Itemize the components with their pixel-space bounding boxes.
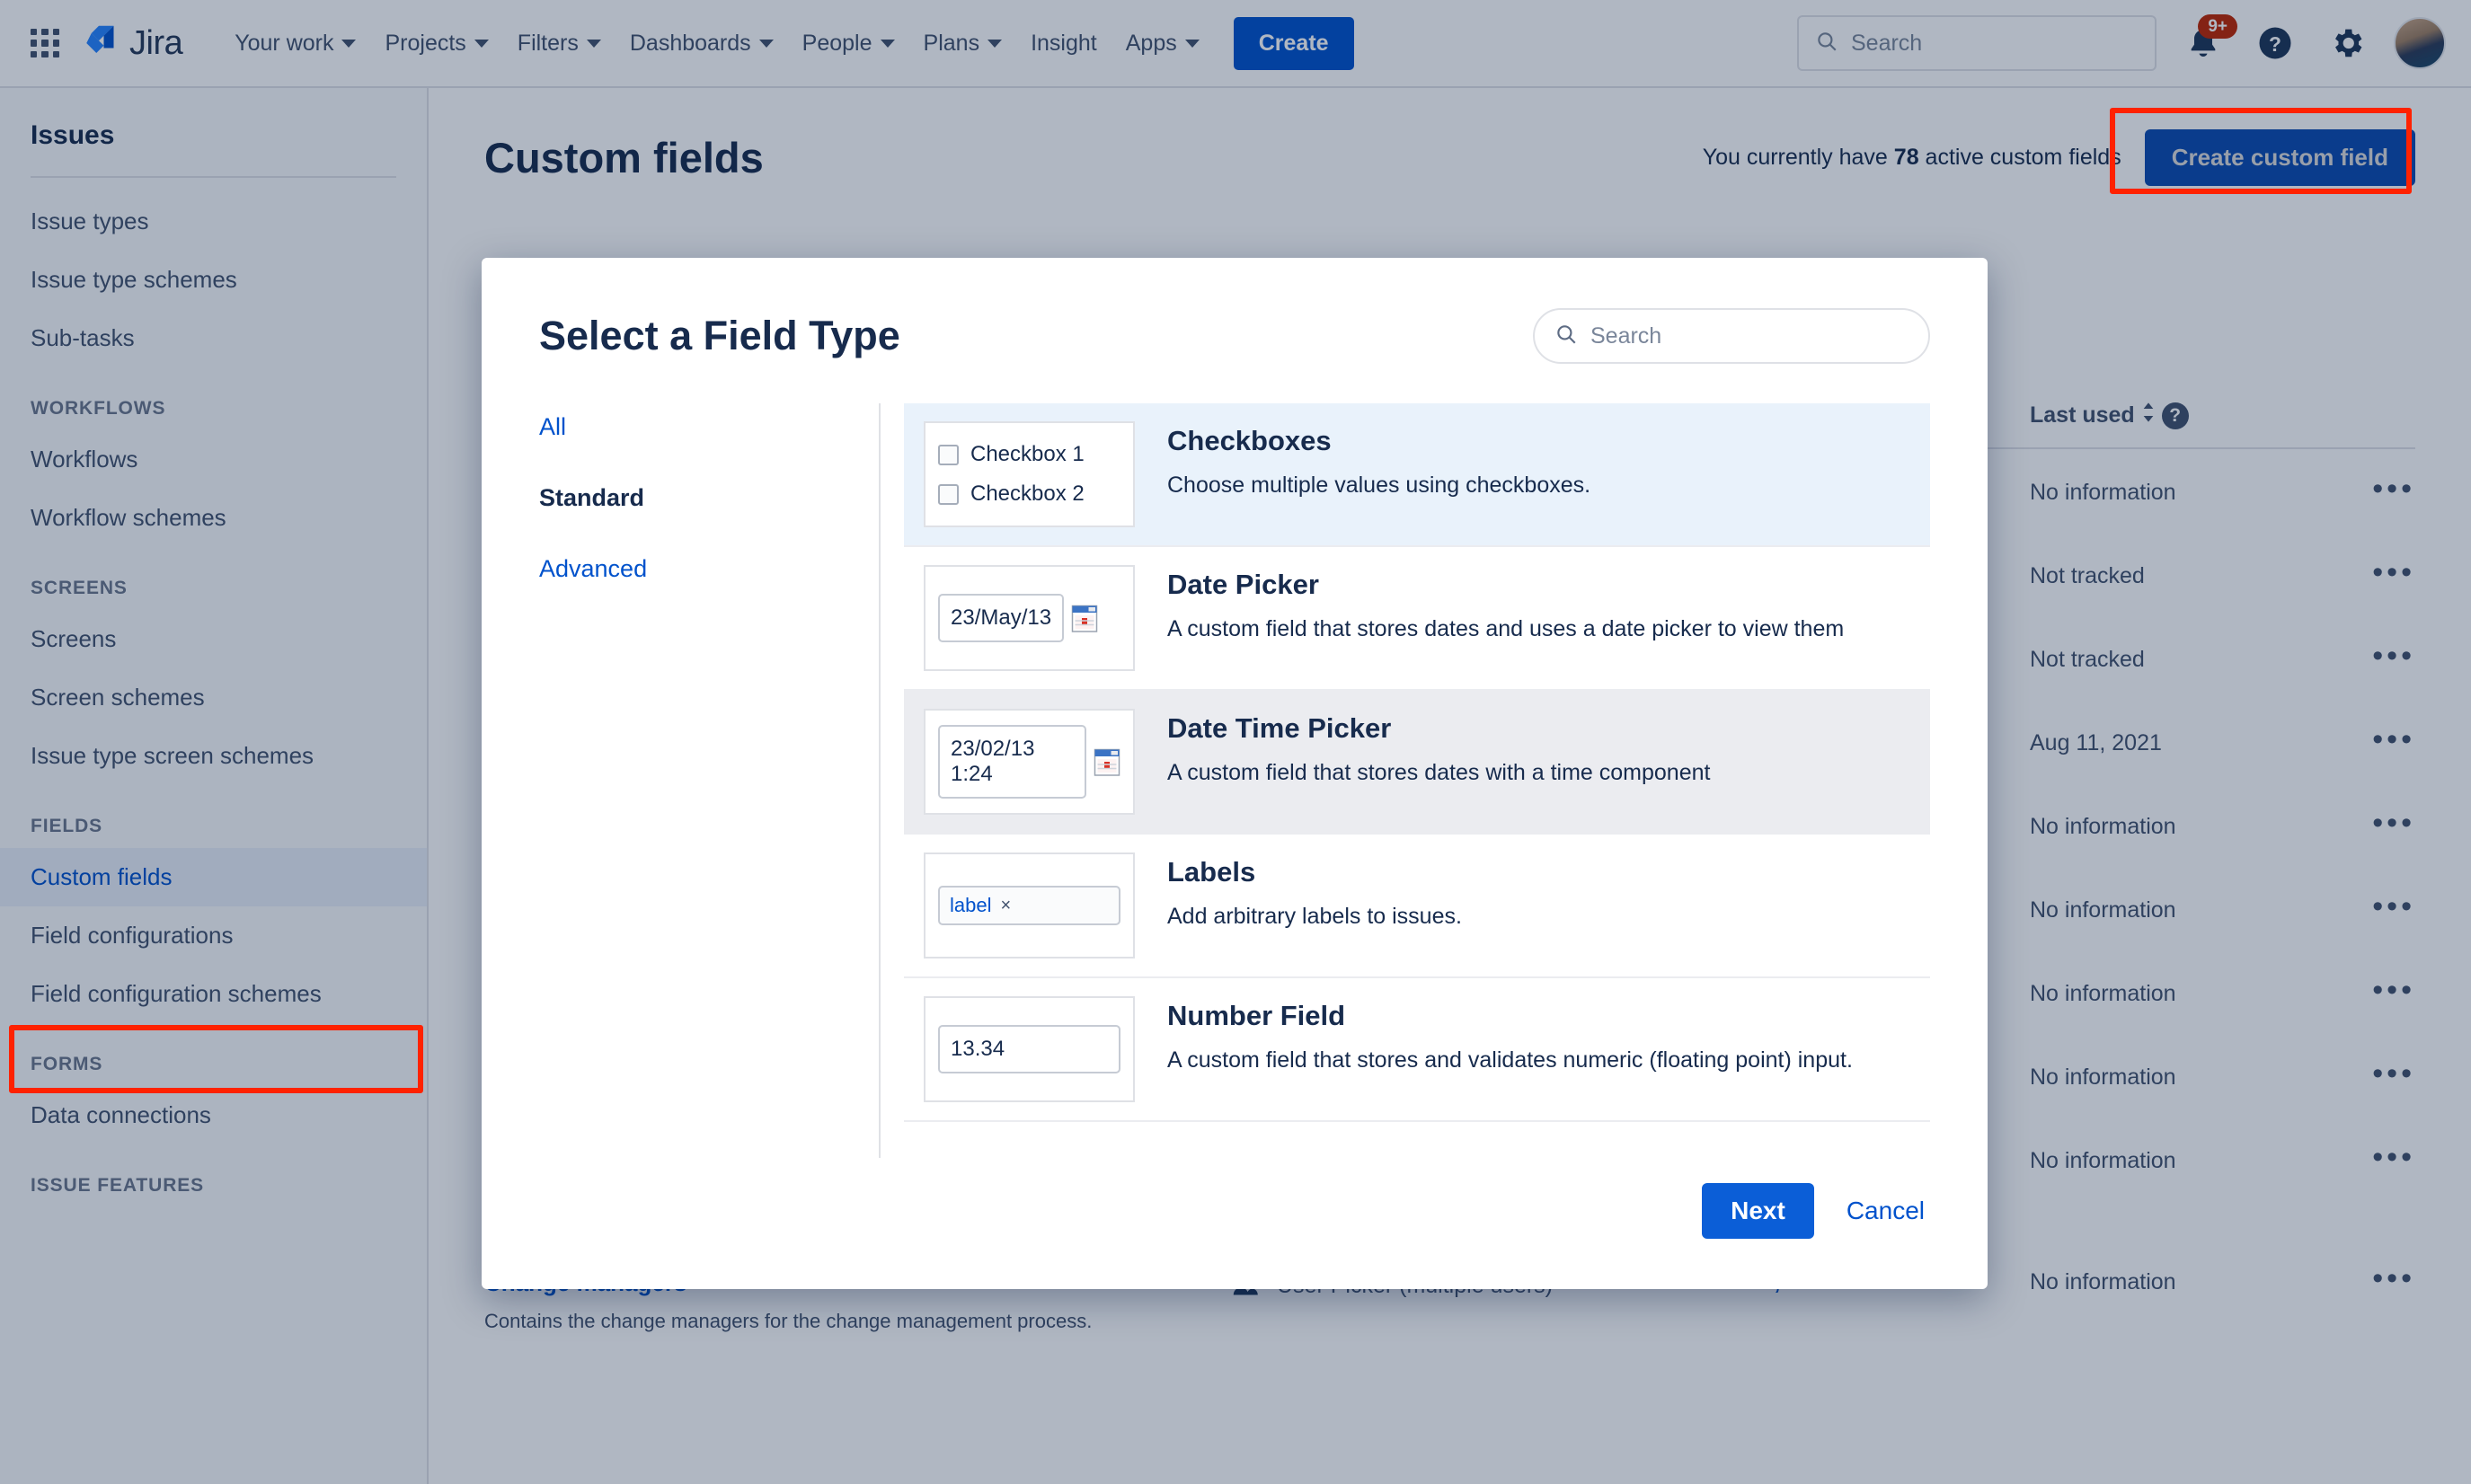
category-advanced[interactable]: Advanced [539, 545, 852, 616]
preview-checkbox-1: Checkbox 1 [938, 442, 1120, 467]
preview-date-picker: 23/May/13 [924, 565, 1135, 671]
field-type-text: Date Time Picker A custom field that sto… [1167, 709, 1710, 790]
preview-label-text: label [950, 894, 992, 916]
field-type-option-date-picker[interactable]: 23/May/13 Date Picker A custom field tha… [904, 547, 1930, 691]
preview-label: Checkbox 1 [970, 442, 1085, 466]
dialog-title: Select a Field Type [539, 313, 900, 358]
close-icon: × [1000, 895, 1012, 915]
category-list: All Standard Advanced [539, 403, 881, 1158]
preview-date-value: 23/May/13 [938, 594, 1065, 642]
field-type-name: Date Time Picker [1167, 712, 1392, 744]
field-type-description: A custom field that stores and validates… [1167, 1047, 1853, 1073]
dialog-body: All Standard Advanced Checkbox 1 Checkbo… [482, 364, 1988, 1158]
preview-number-value: 13.34 [938, 1025, 1120, 1073]
field-type-name: Checkboxes [1167, 425, 1332, 456]
preview-number-field: 13.34 [924, 996, 1135, 1102]
preview-datetime-row: 23/02/13 1:24 [938, 725, 1120, 799]
dialog-footer: Next Cancel [482, 1158, 1988, 1289]
field-type-description: A custom field that stores dates with a … [1167, 760, 1711, 785]
field-type-list: Checkbox 1 Checkbox 2 Checkboxes Choose … [881, 403, 1930, 1158]
calendar-icon [1094, 746, 1120, 777]
field-type-option-checkboxes[interactable]: Checkbox 1 Checkbox 2 Checkboxes Choose … [904, 403, 1930, 547]
preview-checkbox-2: Checkbox 2 [938, 481, 1120, 507]
field-type-description: Add arbitrary labels to issues. [1167, 904, 1462, 929]
preview-label: Checkbox 2 [970, 481, 1085, 506]
field-type-description: A custom field that stores dates and use… [1167, 616, 1845, 641]
field-type-option-date-time-picker[interactable]: 23/02/13 1:24 Date Time Picker A custom … [904, 691, 1930, 835]
category-standard[interactable]: Standard [539, 474, 852, 545]
dialog-header: Select a Field Type Search [482, 258, 1988, 364]
field-type-search-input[interactable]: Search [1533, 308, 1930, 364]
field-type-option-labels[interactable]: label × Labels Add arbitrary labels to i… [904, 835, 1930, 978]
checkbox-icon [938, 483, 959, 505]
field-type-option-number-field[interactable]: 13.34 Number Field A custom field that s… [904, 978, 1930, 1122]
next-button[interactable]: Next [1702, 1183, 1814, 1239]
preview-date-time-picker: 23/02/13 1:24 [924, 709, 1135, 815]
field-type-name: Number Field [1167, 1000, 1346, 1031]
field-type-name: Labels [1167, 856, 1256, 888]
screen: Jira Your work Projects Filters Dashboar… [0, 0, 2471, 1484]
field-type-search-placeholder: Search [1590, 322, 1662, 349]
category-all[interactable]: All [539, 403, 852, 474]
select-field-type-dialog: Select a Field Type Search All Standard … [482, 258, 1988, 1289]
field-type-text: Date Picker A custom field that stores d… [1167, 565, 1844, 646]
field-type-name: Date Picker [1167, 569, 1319, 600]
search-icon [1554, 322, 1578, 350]
preview-checkboxes: Checkbox 1 Checkbox 2 [924, 421, 1135, 527]
preview-labels: label × [924, 852, 1135, 958]
field-type-text: Labels Add arbitrary labels to issues. [1167, 852, 1462, 933]
field-type-text: Checkboxes Choose multiple values using … [1167, 421, 1590, 502]
field-type-text: Number Field A custom field that stores … [1167, 996, 1853, 1077]
cancel-button[interactable]: Cancel [1841, 1183, 1930, 1239]
preview-date-row: 23/May/13 [938, 594, 1120, 642]
field-type-description: Choose multiple values using checkboxes. [1167, 473, 1591, 498]
checkbox-icon [938, 444, 959, 465]
preview-datetime-value: 23/02/13 1:24 [938, 725, 1086, 799]
preview-label-chip: label × [938, 886, 1120, 925]
calendar-icon [1071, 603, 1098, 633]
